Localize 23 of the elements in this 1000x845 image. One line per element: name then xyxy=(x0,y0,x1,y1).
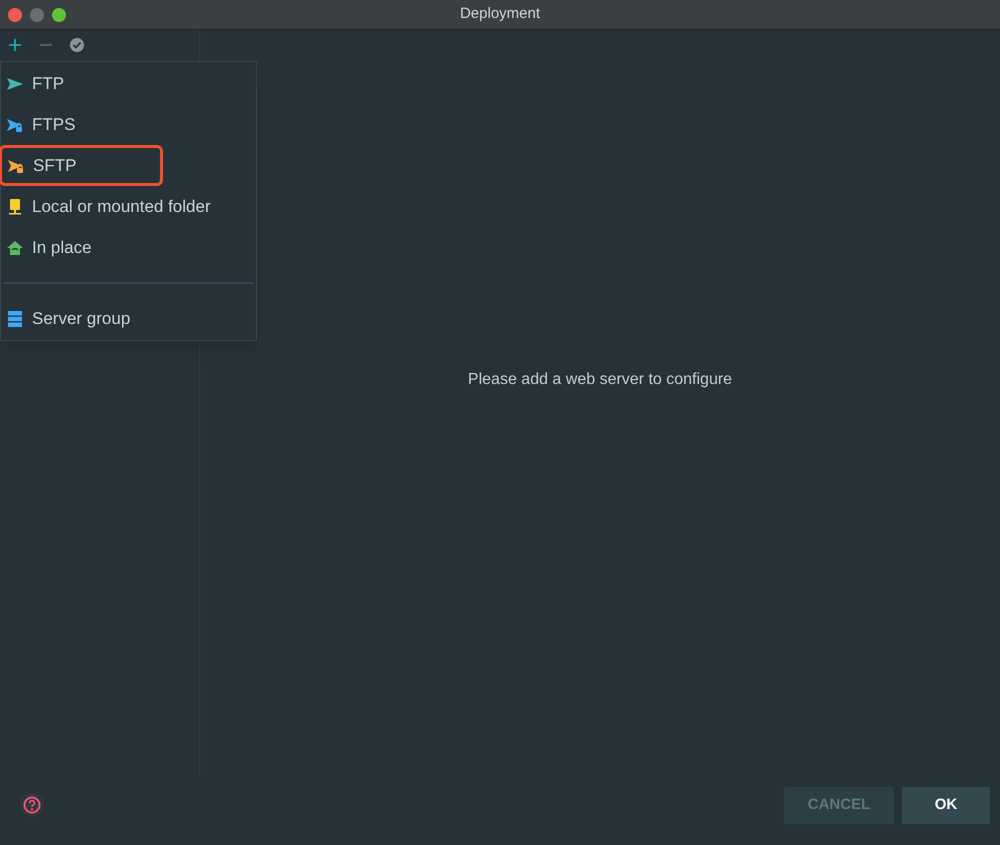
close-window-button[interactable] xyxy=(8,8,22,22)
menu-item[interactable]: FTPS xyxy=(1,104,256,145)
home-icon xyxy=(6,238,24,256)
menu-item[interactable]: FTP xyxy=(1,63,256,104)
add-icon[interactable] xyxy=(7,37,23,53)
minimize-window-button[interactable] xyxy=(30,8,44,22)
monitor-icon xyxy=(6,198,24,216)
menu-item[interactable]: Server group xyxy=(1,298,256,339)
menu-item[interactable]: In place xyxy=(1,227,256,268)
menu-item-label: SFTP xyxy=(33,154,76,177)
menu-item[interactable]: SFTP xyxy=(0,145,163,186)
menu-item-label: Local or mounted folder xyxy=(32,196,211,218)
menu-item-label: FTPS xyxy=(32,114,76,136)
zoom-window-button[interactable] xyxy=(52,8,66,22)
ok-button[interactable]: OK xyxy=(902,786,990,824)
empty-message: Please add a web server to configure xyxy=(468,370,732,390)
menu-item[interactable]: Local or mounted folder xyxy=(1,186,256,227)
menu-item-label: FTP xyxy=(32,72,64,95)
help-icon[interactable] xyxy=(20,793,44,817)
server-stack-icon xyxy=(6,310,24,328)
menu-item-label: Server group xyxy=(32,308,130,330)
window-title: Deployment xyxy=(460,4,540,24)
menu-item-label: In place xyxy=(32,236,92,259)
